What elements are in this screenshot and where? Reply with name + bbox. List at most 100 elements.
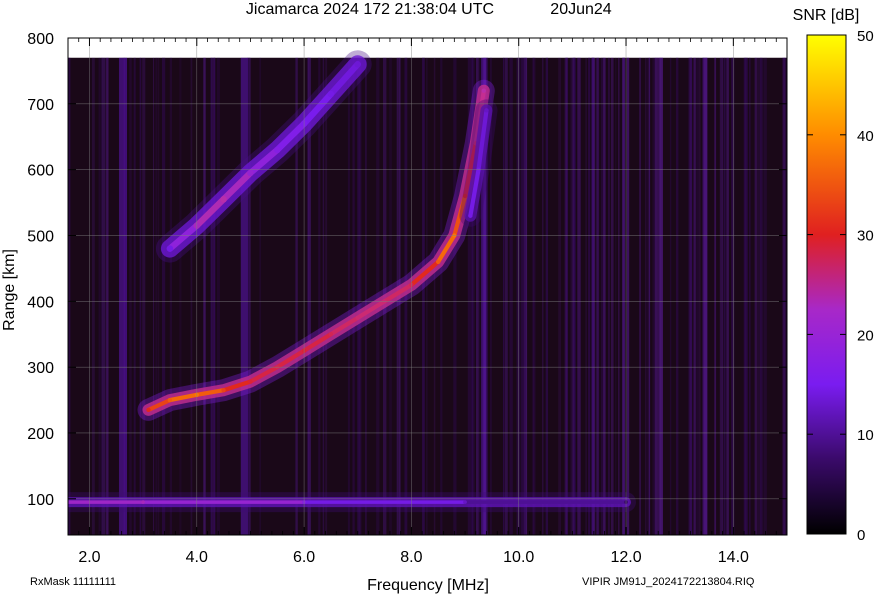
noise-column [585, 57, 587, 535]
noise-column [169, 57, 172, 535]
noise-column [693, 57, 696, 535]
sporadic-E-point [463, 500, 467, 504]
x-axis-label: Frequency [MHz] [367, 577, 489, 594]
noise-column [565, 57, 568, 535]
noise-column [622, 57, 625, 535]
ionogram-chart: Jicamarca 2024 172 21:38:04 UTC 20Jun24 … [1, 1, 874, 594]
y-tick-label: 500 [27, 228, 54, 245]
o-trace-F-point [146, 407, 151, 413]
noise-column [714, 57, 717, 535]
o-trace-F-point [328, 332, 334, 337]
noise-column [440, 57, 443, 535]
noise-column [744, 57, 748, 535]
multihop-point [354, 61, 361, 68]
noise-column [433, 57, 436, 535]
noise-column [698, 57, 701, 535]
noise-column [573, 57, 576, 535]
noise-column [696, 57, 699, 535]
noise-column [596, 57, 599, 535]
colorbar-label: SNR [dB] [793, 7, 860, 24]
noise-column [190, 57, 193, 535]
noise-column [723, 57, 726, 535]
x-tick-label: 14.0 [718, 549, 749, 566]
noise-column [610, 57, 614, 535]
o-trace-F-point [221, 388, 226, 393]
x-tick-label: 2.0 [78, 549, 100, 566]
y-tick-label: 200 [27, 426, 54, 443]
noise-column [526, 57, 528, 535]
noise-column [639, 57, 641, 535]
noise-column [91, 57, 95, 535]
noise-column [645, 57, 647, 535]
noise-column [669, 57, 672, 535]
noise-column [426, 57, 428, 535]
o-trace-F-point [436, 259, 441, 264]
noise-column [129, 57, 132, 535]
noise-column [763, 57, 767, 535]
noise-column [259, 57, 261, 535]
noise-column [522, 57, 526, 535]
noise-column [325, 57, 328, 535]
o-trace-F-point [248, 379, 253, 384]
colorbar-tick-label: 30 [857, 228, 874, 245]
x-tick-label: 4.0 [186, 549, 208, 566]
noise-column [545, 57, 548, 535]
noise-column [542, 57, 544, 535]
colorbar-tick-label: 0 [857, 527, 865, 544]
noise-column [719, 57, 723, 535]
noise-column [100, 57, 103, 535]
noise-column [726, 57, 729, 535]
multihop-point [274, 146, 281, 154]
noise-column [626, 57, 630, 535]
multihop-point [247, 169, 254, 177]
y-tick-label: 600 [27, 163, 54, 180]
noise-column [107, 57, 109, 535]
chart-title: Jicamarca 2024 172 21:38:04 UTC [246, 1, 494, 18]
x-tick-label: 12.0 [610, 549, 641, 566]
noise-column [646, 57, 650, 535]
noise-column [142, 57, 146, 535]
noise-column [68, 57, 71, 535]
noise-column [702, 57, 704, 535]
noise-column [155, 57, 158, 535]
noise-column [603, 57, 606, 535]
colorbar-tick-label: 20 [857, 327, 874, 344]
colorbar-tick-label: 10 [857, 427, 874, 444]
footer-filename: VIPIR JM91J_2024172213804.RIQ [582, 576, 755, 588]
heatmap-area [68, 38, 787, 535]
noise-column [615, 57, 617, 535]
y-tick-label: 300 [27, 360, 54, 377]
noise-column [782, 57, 785, 535]
noise-column [318, 57, 321, 535]
noise-column [588, 57, 590, 535]
y-axis-label: Range [km] [1, 249, 18, 331]
y-tick-label: 100 [27, 492, 54, 509]
x-trace-point [468, 213, 473, 218]
noise-column [139, 57, 142, 535]
multihop-point [327, 90, 335, 98]
noise-column [590, 57, 594, 535]
noise-column [133, 57, 136, 535]
multihop-point [166, 245, 174, 252]
noise-column [760, 57, 763, 535]
noise-column [509, 57, 513, 535]
noise-column [749, 57, 751, 535]
noise-column [654, 57, 658, 535]
noise-column [322, 57, 325, 535]
noise-column [213, 57, 215, 535]
noise-column [600, 57, 604, 535]
noise-column [757, 57, 761, 535]
footer-rx-mask: RxMask 11111111 [30, 576, 117, 588]
noise-column [533, 57, 536, 535]
y-tick-label: 800 [27, 31, 54, 48]
blank-region [68, 38, 787, 58]
noise-column [754, 57, 756, 535]
noise-column [558, 57, 561, 535]
noise-column [688, 57, 692, 535]
noise-column [516, 57, 520, 535]
x-tick-label: 6.0 [293, 549, 315, 566]
noise-column [453, 57, 457, 535]
noise-column [365, 57, 367, 535]
colorbar-tick-label: 50 [857, 28, 874, 45]
x-trace-point [484, 108, 489, 113]
